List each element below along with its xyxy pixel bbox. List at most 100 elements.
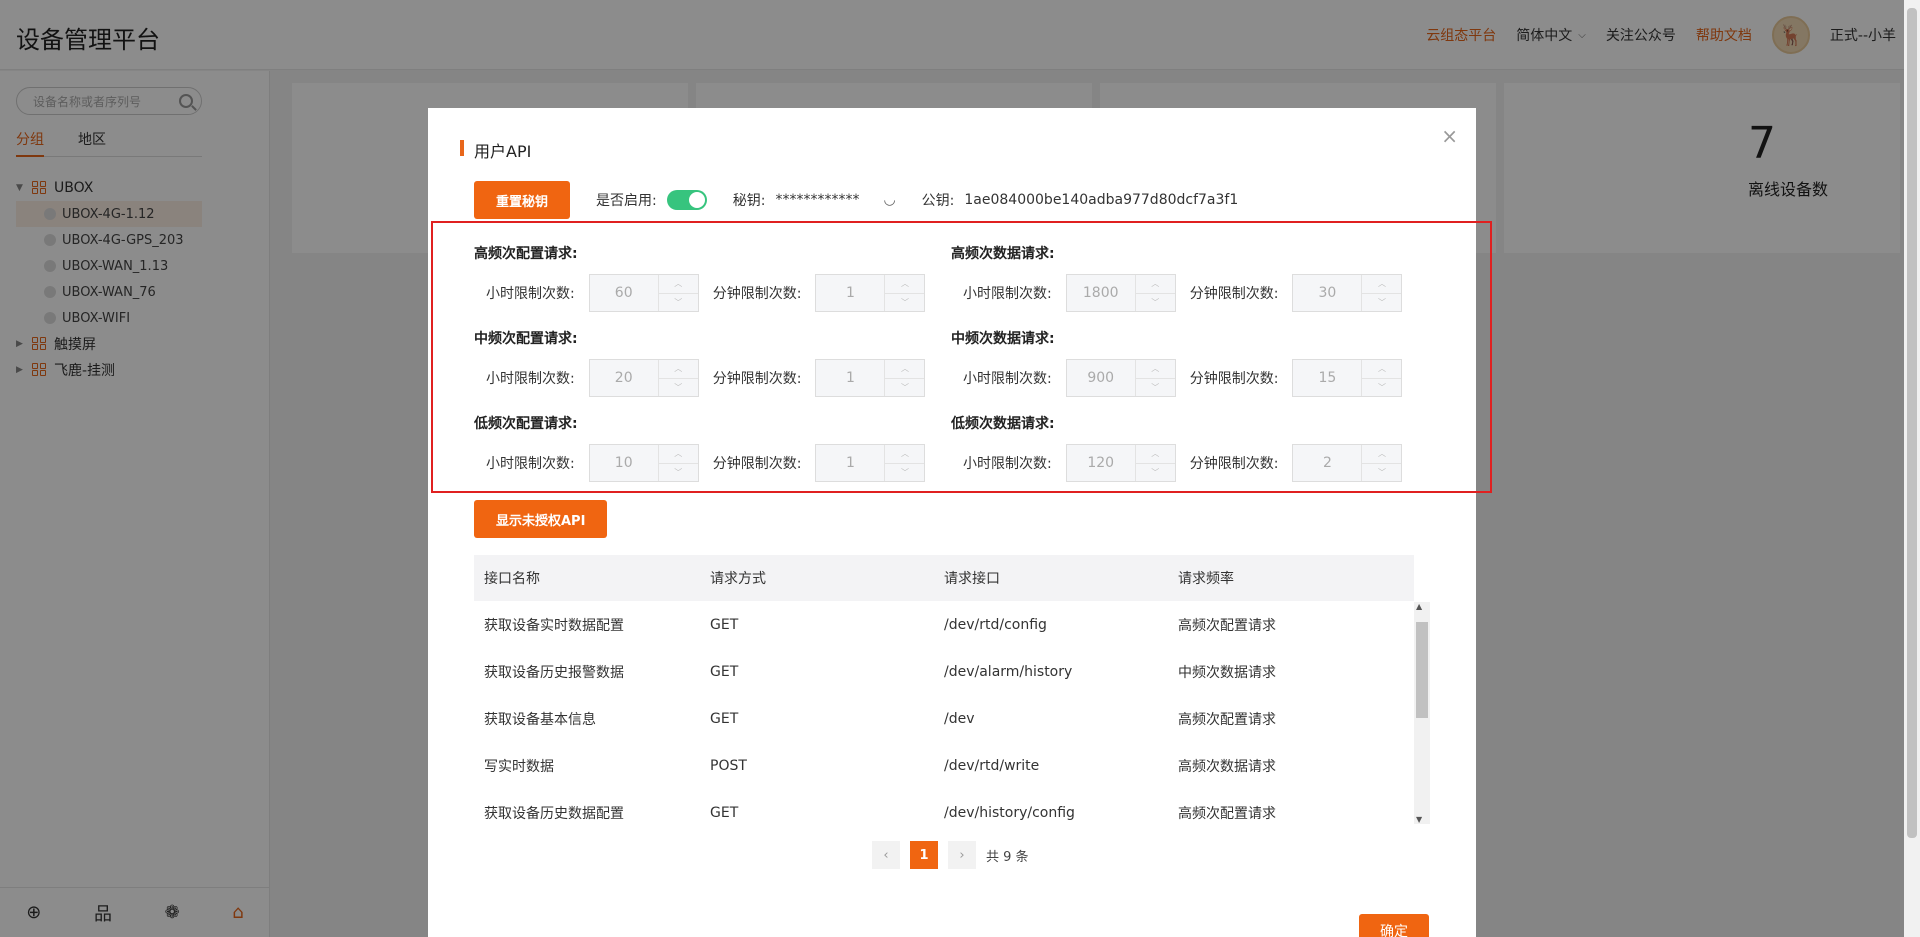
chevron-up-icon[interactable]: ︿ (658, 445, 698, 464)
column-header: 请求方式 (710, 571, 766, 587)
user-api-dialog: 用户API × 重置秘钥 是否启用: 秘钥: ************ ◡ 公钥… (428, 108, 1492, 937)
frequency-cell: 高频次配置请求 (1178, 711, 1276, 728)
method-cell: GET (710, 616, 739, 633)
stepper-value: 60 (614, 285, 633, 301)
api-name-cell: 获取设备基本信息 (484, 711, 596, 728)
stepper-value: 20 (614, 370, 633, 386)
hour-limit-stepper[interactable]: 10 ︿ ﹀ (588, 444, 699, 482)
limit-group-title: 中频次配置请求: (474, 331, 578, 347)
chevron-down-icon[interactable]: ﹀ (1362, 294, 1401, 312)
limit-row: 小时限制次数: 10 ︿ ﹀ 分钟限制次数: 1 ︿ ﹀ (486, 444, 926, 482)
secret-label: 秘钥: (732, 193, 766, 209)
chevron-up-icon[interactable]: ︿ (1135, 445, 1175, 464)
secret-value: ************ (775, 192, 860, 208)
limit-row: 小时限制次数: 1800 ︿ ﹀ 分钟限制次数: 30 ︿ ﹀ (963, 274, 1403, 312)
minute-limit-stepper[interactable]: 1 ︿ ﹀ (815, 444, 926, 482)
chevron-down-icon[interactable]: ﹀ (659, 294, 698, 312)
scroll-down-icon[interactable]: ▼ (1416, 815, 1422, 824)
api-table: 接口名称 请求方式 请求接口 请求频率 获取设备实时数据配置 GET /dev/… (474, 555, 1414, 821)
hour-limit-stepper[interactable]: 20 ︿ ﹀ (588, 359, 699, 397)
api-key-row: 重置秘钥 是否启用: 秘钥: ************ ◡ 公钥: 1ae084… (474, 181, 1238, 219)
hour-limit-stepper[interactable]: 1800 ︿ ﹀ (1065, 274, 1176, 312)
minute-limit-label: 分钟限制次数: (1189, 456, 1279, 472)
chevron-up-icon[interactable]: ︿ (658, 275, 698, 294)
stepper-value: 30 (1318, 285, 1337, 301)
chevron-up-icon[interactable]: ︿ (885, 445, 925, 464)
minute-limit-stepper[interactable]: 1 ︿ ﹀ (815, 274, 926, 312)
chevron-down-icon[interactable]: ﹀ (1136, 294, 1175, 312)
limit-row: 小时限制次数: 60 ︿ ﹀ 分钟限制次数: 1 ︿ ﹀ (486, 274, 926, 312)
chevron-up-icon[interactable]: ︿ (1362, 445, 1402, 464)
method-cell: GET (710, 663, 739, 680)
method-cell: POST (710, 757, 747, 774)
limit-row: 小时限制次数: 900 ︿ ﹀ 分钟限制次数: 15 ︿ ﹀ (963, 359, 1403, 397)
minute-limit-label: 分钟限制次数: (1189, 371, 1279, 387)
confirm-button[interactable]: 确定 (1359, 914, 1429, 937)
reset-secret-button[interactable]: 重置秘钥 (474, 181, 571, 219)
chevron-up-icon[interactable]: ︿ (885, 360, 925, 379)
hour-limit-label: 小时限制次数: (963, 456, 1052, 472)
hour-limit-label: 小时限制次数: (963, 286, 1052, 302)
table-scrollbar-thumb[interactable] (1416, 622, 1428, 718)
frequency-cell: 高频次配置请求 (1178, 617, 1276, 634)
table-scrollbar[interactable]: ▲ ▼ (1414, 602, 1430, 824)
hour-limit-stepper[interactable]: 120 ︿ ﹀ (1065, 444, 1176, 482)
page-number[interactable]: 1 (910, 841, 938, 869)
chevron-down-icon[interactable]: ﹀ (1136, 379, 1175, 397)
minute-limit-label: 分钟限制次数: (1189, 286, 1279, 302)
enable-toggle[interactable] (666, 190, 707, 210)
api-name-cell: 获取设备实时数据配置 (484, 617, 624, 634)
chevron-down-icon[interactable]: ﹀ (1362, 379, 1401, 397)
page-scrollbar-thumb[interactable] (1907, 8, 1917, 838)
page-scrollbar[interactable] (1904, 0, 1920, 937)
minute-limit-stepper[interactable]: 30 ︿ ﹀ (1292, 274, 1403, 312)
chevron-down-icon[interactable]: ﹀ (885, 464, 924, 482)
endpoint-cell: /dev/rtd/config (944, 616, 1047, 633)
chevron-down-icon[interactable]: ﹀ (885, 379, 924, 397)
next-page-icon[interactable]: › (948, 841, 976, 869)
chevron-down-icon[interactable]: ﹀ (1362, 464, 1401, 482)
limit-row: 小时限制次数: 20 ︿ ﹀ 分钟限制次数: 1 ︿ ﹀ (486, 359, 926, 397)
minute-limit-label: 分钟限制次数: (712, 456, 802, 472)
eye-closed-icon[interactable]: ◡ (883, 192, 895, 208)
prev-page-icon[interactable]: ‹ (872, 841, 900, 869)
table-body: 获取设备实时数据配置 GET /dev/rtd/config 高频次配置请求 获… (474, 601, 1414, 822)
chevron-down-icon[interactable]: ﹀ (659, 464, 698, 482)
endpoint-cell: /dev/rtd/write (944, 757, 1040, 774)
stepper-value: 2 (1322, 455, 1332, 471)
chevron-up-icon[interactable]: ︿ (1362, 360, 1402, 379)
minute-limit-label: 分钟限制次数: (712, 371, 802, 387)
chevron-up-icon[interactable]: ︿ (1362, 275, 1402, 294)
chevron-up-icon[interactable]: ︿ (1135, 360, 1175, 379)
hour-limit-stepper[interactable]: 900 ︿ ﹀ (1065, 359, 1176, 397)
show-unauthorized-api-button[interactable]: 显示未授权API (474, 500, 608, 538)
api-name-cell: 写实时数据 (484, 758, 554, 775)
table-row: 获取设备实时数据配置 GET /dev/rtd/config 高频次配置请求 (474, 601, 1414, 648)
chevron-down-icon[interactable]: ﹀ (885, 294, 924, 312)
hour-limit-label: 小时限制次数: (486, 456, 575, 472)
chevron-down-icon[interactable]: ﹀ (659, 379, 698, 397)
chevron-up-icon[interactable]: ︿ (658, 360, 698, 379)
limit-group-title: 高频次数据请求: (951, 246, 1055, 262)
dialog-title: 用户API (460, 138, 531, 162)
hour-limit-stepper[interactable]: 60 ︿ ﹀ (588, 274, 699, 312)
chevron-up-icon[interactable]: ︿ (885, 275, 925, 294)
minute-limit-stepper[interactable]: 2 ︿ ﹀ (1292, 444, 1403, 482)
stepper-value: 1 (845, 370, 855, 386)
scroll-up-icon[interactable]: ▲ (1416, 602, 1422, 611)
limit-group-title: 低频次配置请求: (474, 416, 578, 432)
api-name-cell: 获取设备历史数据配置 (484, 805, 624, 822)
minute-limit-stepper[interactable]: 1 ︿ ﹀ (815, 359, 926, 397)
endpoint-cell: /dev/history/config (944, 804, 1075, 821)
stepper-value: 1800 (1082, 285, 1119, 301)
hour-limit-label: 小时限制次数: (486, 286, 575, 302)
stepper-value: 120 (1087, 455, 1115, 471)
minute-limit-stepper[interactable]: 15 ︿ ﹀ (1292, 359, 1403, 397)
table-row: 获取设备基本信息 GET /dev 高频次配置请求 (474, 695, 1414, 742)
frequency-cell: 高频次配置请求 (1178, 805, 1276, 822)
chevron-up-icon[interactable]: ︿ (1135, 275, 1175, 294)
column-header: 接口名称 (484, 571, 540, 587)
close-icon[interactable]: × (1441, 124, 1458, 148)
api-name-cell: 获取设备历史报警数据 (484, 664, 624, 681)
chevron-down-icon[interactable]: ﹀ (1136, 464, 1175, 482)
